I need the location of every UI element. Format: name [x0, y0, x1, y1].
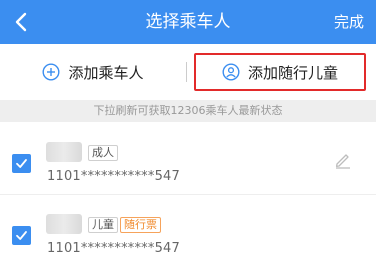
divider [186, 62, 187, 82]
action-row: 添加乘车人 添加随行儿童 [0, 44, 376, 100]
passenger-name-blurred [46, 142, 82, 162]
passenger-checkbox[interactable] [12, 154, 31, 173]
passenger-type-tag: 儿童 [88, 217, 118, 233]
checkmark-icon [16, 159, 27, 168]
plus-circle-icon [42, 63, 60, 81]
pencil-icon [335, 154, 350, 169]
passenger-id: 1101***********547 [47, 169, 180, 184]
add-child-label: 添加随行儿童 [247, 63, 338, 82]
edit-passenger-button[interactable] [333, 150, 353, 170]
add-passenger-button[interactable]: 添加乘车人 [0, 44, 186, 100]
passenger-list: 成人 1101***********547 儿童 随行票 1101*******… [0, 122, 376, 266]
back-arrow-icon [15, 12, 27, 32]
passenger-type-tag: 成人 [88, 145, 118, 161]
back-button[interactable] [6, 6, 36, 38]
add-child-button[interactable]: 添加随行儿童 [194, 53, 366, 91]
done-button[interactable]: 完成 [334, 0, 364, 44]
passenger-checkbox[interactable] [12, 226, 31, 245]
top-bar: 选择乘车人 完成 [0, 0, 376, 44]
companion-ticket-tag: 随行票 [120, 217, 161, 233]
passenger-name-blurred [46, 214, 82, 234]
passenger-id: 1101***********547 [47, 241, 180, 256]
checkmark-icon [16, 231, 27, 240]
child-user-icon [222, 63, 240, 81]
passenger-row[interactable]: 儿童 随行票 1101***********547 [0, 194, 376, 266]
page-title: 选择乘车人 [145, 12, 231, 32]
refresh-notice: 下拉刷新可获取12306乘车人最新状态 [0, 100, 376, 122]
add-passenger-label: 添加乘车人 [68, 63, 144, 82]
passenger-row[interactable]: 成人 1101***********547 [0, 122, 376, 194]
